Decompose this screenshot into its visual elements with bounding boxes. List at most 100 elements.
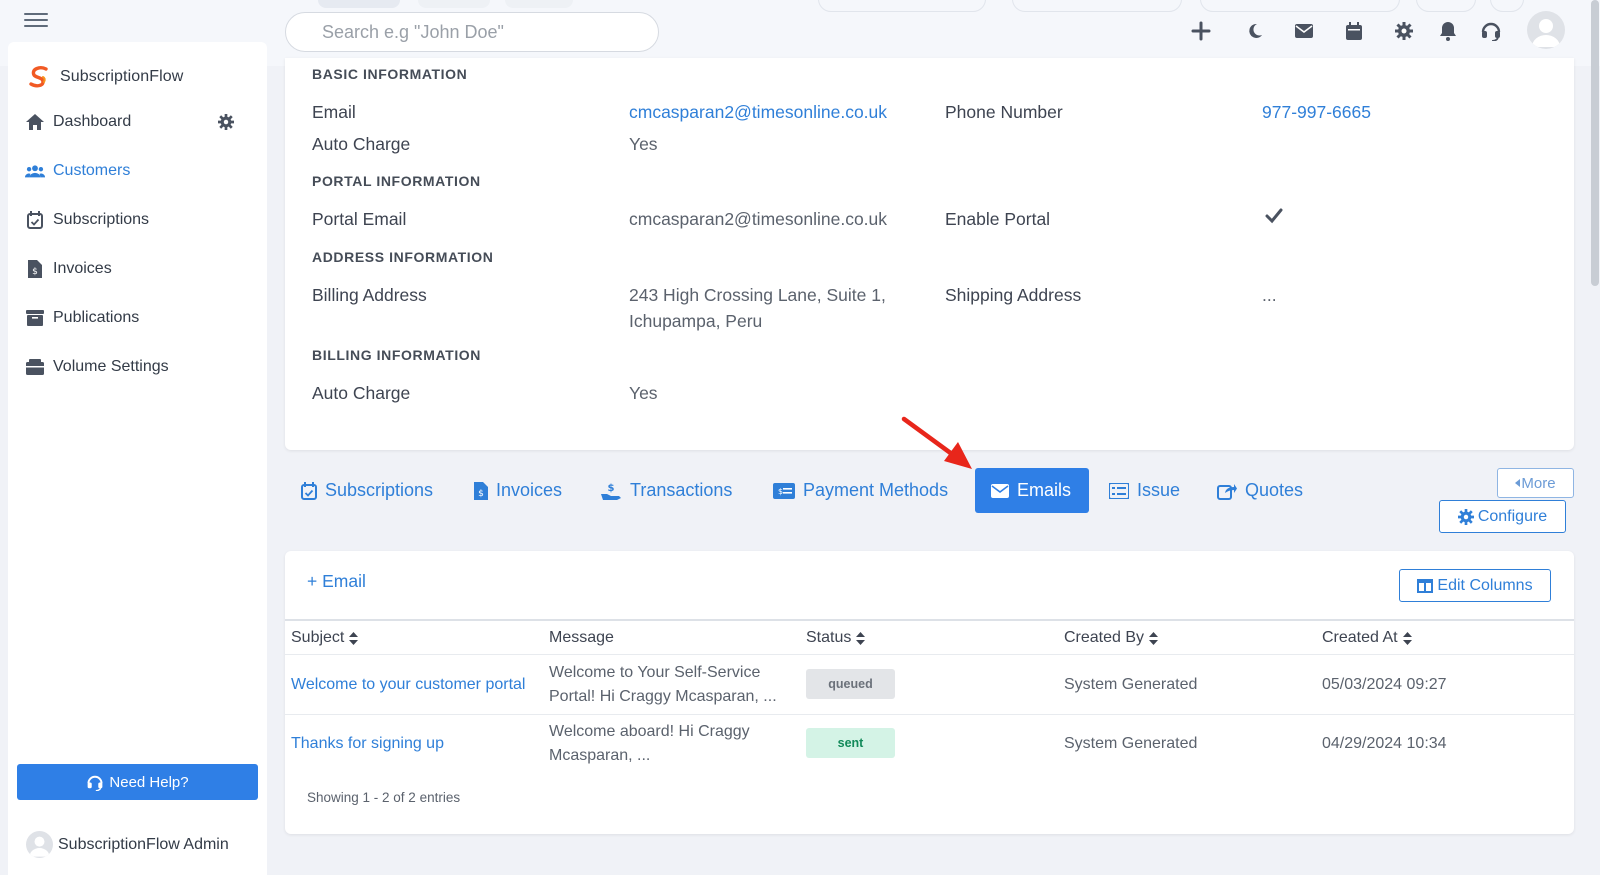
ghost-tab [418,0,490,8]
enable-portal-label: Enable Portal [945,209,1051,229]
need-help-label: Need Help? [109,773,189,791]
invoice-icon: $ [474,481,488,500]
edit-columns-label: Edit Columns [1437,576,1533,594]
box-icon [25,357,45,377]
gear-icon[interactable] [1391,18,1417,44]
more-button[interactable]: More [1497,468,1574,498]
ghost-button [818,0,986,12]
ghost-tab [505,0,573,8]
dashboard-settings-gear-icon[interactable] [218,114,234,135]
column-label: Status [806,629,852,646]
billing-address-label: Billing Address [312,285,427,305]
tab-label: Payment Methods [803,480,949,500]
envelope-icon[interactable] [1291,18,1317,44]
tab-emails[interactable]: Emails [975,468,1090,513]
edit-columns-button[interactable]: Edit Columns [1399,569,1551,602]
tab-subscriptions[interactable]: Subscriptions [301,468,433,513]
sidebar-item-label: Invoices [53,260,112,277]
brand-name: SubscriptionFlow [60,68,184,85]
shipping-address-label: Shipping Address [945,285,1082,305]
calendar-check-icon [25,210,45,230]
brand-logo[interactable]: SubscriptionFlow [26,64,183,90]
email-label: Email [312,102,356,122]
column-label: Subject [291,629,345,646]
email-value-link[interactable]: cmcasparan2@timesonline.co.uk [629,99,887,125]
more-label: More [1521,474,1556,492]
section-heading-billing: BILLING INFORMATION [312,347,482,363]
shipping-address-value: ... [1262,285,1277,305]
ghost-button [1012,0,1182,12]
section-heading-portal: PORTAL INFORMATION [312,173,481,189]
tab-invoices[interactable]: $ Invoices [474,468,562,513]
column-header-message: Message [549,629,614,647]
envelope-icon [991,483,1009,498]
column-header-subject[interactable]: Subject [291,629,359,647]
column-label: Created At [1322,629,1398,646]
headset-icon [87,775,103,791]
checkmark-icon [1265,208,1283,229]
email-message-line1: Welcome aboard! Hi Craggy [549,723,750,740]
billing-address-line1: 243 High Crossing Lane, Suite 1, [629,285,886,305]
search-input[interactable] [285,12,659,52]
sidebar-item-subscriptions[interactable]: Subscriptions [25,210,149,230]
tab-label: Issue [1137,480,1181,500]
billing-address-line2: Ichupampa, Peru [629,311,763,331]
list-icon [1109,482,1129,499]
email-created-by: System Generated [1064,735,1198,752]
avatar [26,831,53,858]
svg-text:$: $ [32,267,38,277]
ghost-button [1416,0,1476,12]
email-subject-link[interactable]: Welcome to your customer portal [291,673,525,696]
headset-icon[interactable] [1478,18,1504,44]
configure-button[interactable]: Configure [1439,500,1566,533]
sidebar-item-label: Dashboard [53,113,132,130]
user-avatar[interactable] [1527,11,1565,49]
share-icon [1217,482,1237,500]
gear-icon [1457,508,1474,525]
hamburger-menu-icon[interactable] [24,10,48,28]
tab-issue[interactable]: Issue [1109,468,1180,513]
ghost-button [1200,0,1400,12]
invoice-icon: $ [25,259,45,279]
email-subject-link[interactable]: Thanks for signing up [291,732,444,755]
status-badge: sent [806,728,895,758]
sidebar: SubscriptionFlow Dashboard Customers Sub… [8,42,267,875]
emails-panel: + Email Edit Columns Subject Message Sta… [285,551,1574,834]
portal-email-value: cmcasparan2@timesonline.co.uk [629,209,888,229]
sidebar-item-publications[interactable]: Publications [25,308,139,328]
admin-name: SubscriptionFlow Admin [58,835,229,853]
admin-profile[interactable]: SubscriptionFlow Admin [26,831,229,858]
sidebar-item-label: Publications [53,309,140,326]
sidebar-item-invoices[interactable]: $ Invoices [25,259,112,279]
tab-transactions[interactable]: $ Transactions [600,468,732,513]
email-message-line2: Mcasparan, ... [549,747,651,764]
tab-quotes[interactable]: Quotes [1217,468,1303,513]
sidebar-item-dashboard[interactable]: Dashboard [25,112,131,132]
add-email-link[interactable]: + Email [307,571,366,592]
section-heading-address: ADDRESS INFORMATION [312,249,494,265]
column-header-status[interactable]: Status [806,629,866,647]
subscriptionflow-logo-icon [29,66,48,88]
billing-auto-charge-value: Yes [629,383,658,403]
column-header-created-at[interactable]: Created At [1322,629,1412,647]
column-header-created-by[interactable]: Created By [1064,629,1159,647]
portal-email-label: Portal Email [312,209,407,229]
sort-icon [1149,631,1159,645]
calendar-icon[interactable] [1341,18,1367,44]
bell-icon[interactable] [1435,18,1461,44]
sidebar-item-label: Volume Settings [53,358,169,375]
ghost-tab [318,0,400,8]
sort-icon [349,631,359,645]
need-help-button[interactable]: Need Help? [17,764,258,800]
sidebar-item-volume-settings[interactable]: Volume Settings [25,357,169,377]
svg-text:$: $ [778,487,783,496]
page-scrollbar[interactable] [1591,0,1599,286]
moon-icon[interactable] [1242,18,1268,44]
sidebar-item-customers[interactable]: Customers [25,161,130,181]
section-heading-basic: BASIC INFORMATION [312,66,468,82]
plus-icon[interactable] [1188,18,1214,44]
credit-card-icon: $ [773,482,795,499]
row-divider [285,714,1574,715]
billing-auto-charge-label: Auto Charge [312,383,411,403]
phone-value-link[interactable]: 977-997-6665 [1262,99,1371,125]
